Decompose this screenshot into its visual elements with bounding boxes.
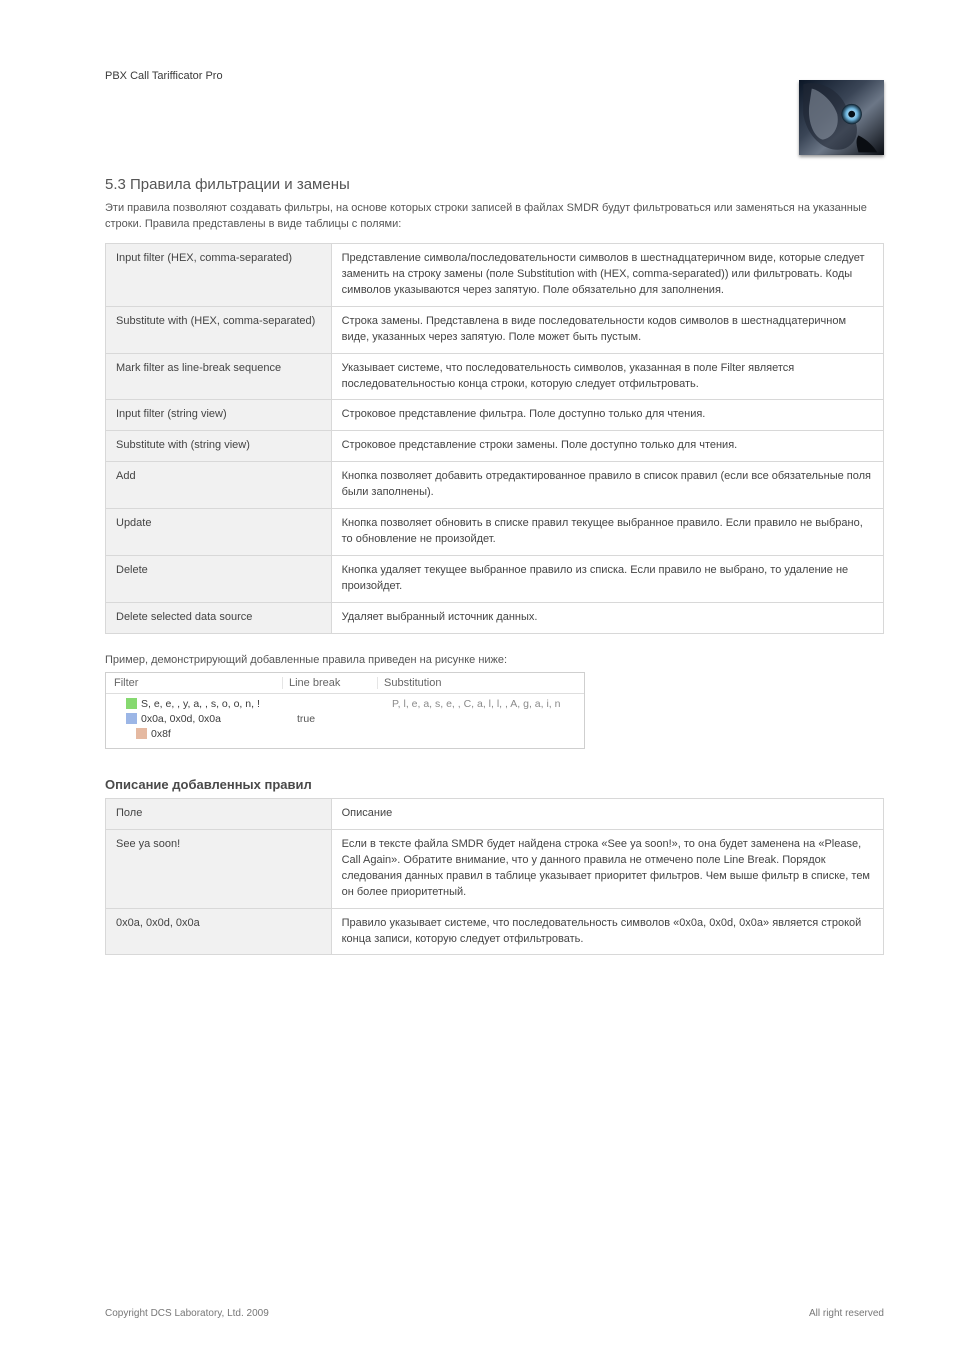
- example-linebreak-text: true: [291, 713, 386, 725]
- section-title-5-3: 5.3 Правила фильтрации и замены: [105, 176, 884, 193]
- header-subtitle: PBX Call Tarifficator Pro: [105, 70, 223, 82]
- footer-right: All right reserved: [809, 1308, 884, 1319]
- color-swatch-icon: [126, 698, 137, 709]
- example-substitution-text: P, l, e, a, s, e, , C, a, l, l, , A, g, …: [386, 698, 578, 710]
- table-row: Substitute with (HEX, comma-separated)Ст…: [106, 306, 884, 353]
- wolf-logo: [799, 80, 884, 155]
- field-name-cell: Input filter (string view): [106, 400, 332, 431]
- table-row: Mark filter as line-break sequenceУказыв…: [106, 353, 884, 400]
- field-desc-cell: Указывает системе, что последовательност…: [331, 353, 883, 400]
- rules-fields-table: Input filter (HEX, comma-separated)Предс…: [105, 243, 884, 634]
- field-desc-cell: Удаляет выбранный источник данных.: [331, 602, 883, 633]
- example-filter-text: 0x8f: [151, 728, 301, 740]
- table-row: Input filter (string view)Строковое пред…: [106, 400, 884, 431]
- field-desc-cell: Кнопка удаляет текущее выбранное правило…: [331, 556, 883, 603]
- rule-name-cell: See ya soon!: [106, 829, 332, 908]
- page-header: PBX Call Tarifficator Pro: [105, 40, 884, 160]
- rule-desc-cell: Если в тексте файла SMDR будет найдена с…: [331, 829, 883, 908]
- field-desc-cell: Строковое представление фильтра. Поле до…: [331, 400, 883, 431]
- color-swatch-icon: [126, 713, 137, 724]
- field-name-cell: Delete selected data source: [106, 602, 332, 633]
- field-desc-cell: Строка замены. Представлена в виде после…: [331, 306, 883, 353]
- example-filter-text: S, e, e, , y, a, , s, o, o, n, !: [141, 698, 291, 710]
- example-col-linebreak: Line break: [282, 677, 377, 689]
- rules-desc-col-desc: Описание: [331, 798, 883, 829]
- table-row: Substitute with (string view)Строковое п…: [106, 431, 884, 462]
- list-item: S, e, e, , y, a, , s, o, o, n, ! P, l, e,…: [112, 697, 578, 711]
- list-item: 0x8f: [112, 727, 578, 741]
- example-col-filter: Filter: [112, 677, 282, 689]
- example-lead: Пример, демонстрирующий добавленные прав…: [105, 654, 884, 666]
- field-name-cell: Substitute with (HEX, comma-separated): [106, 306, 332, 353]
- table-row: AddКнопка позволяет добавить отредактиро…: [106, 462, 884, 509]
- color-swatch-icon: [136, 728, 147, 739]
- example-col-substitution: Substitution: [377, 677, 578, 689]
- example-filter-text: 0x0a, 0x0d, 0x0a: [141, 713, 291, 725]
- section-5-3-intro: Эти правила позволяют создавать фильтры,…: [105, 201, 884, 233]
- table-row: DeleteКнопка удаляет текущее выбранное п…: [106, 556, 884, 603]
- field-desc-cell: Строковое представление строки замены. П…: [331, 431, 883, 462]
- field-name-cell: Add: [106, 462, 332, 509]
- field-desc-cell: Кнопка позволяет добавить отредактирован…: [331, 462, 883, 509]
- field-name-cell: Delete: [106, 556, 332, 603]
- field-desc-cell: Кнопка позволяет обновить в списке прави…: [331, 509, 883, 556]
- list-item: 0x0a, 0x0d, 0x0atrue: [112, 712, 578, 726]
- table-row: UpdateКнопка позволяет обновить в списке…: [106, 509, 884, 556]
- field-name-cell: Update: [106, 509, 332, 556]
- rules-desc-table: Поле Описание See ya soon!Если в тексте …: [105, 798, 884, 956]
- field-name-cell: Input filter (HEX, comma-separated): [106, 243, 332, 306]
- footer-left: Copyright DCS Laboratory, Ltd. 2009: [105, 1308, 269, 1319]
- rules-example-screenshot: Filter Line break Substitution S, e, e, …: [105, 672, 585, 749]
- table-row: Delete selected data sourceУдаляет выбра…: [106, 602, 884, 633]
- field-desc-cell: Представление символа/последовательности…: [331, 243, 883, 306]
- rule-name-cell: 0x0a, 0x0d, 0x0a: [106, 908, 332, 955]
- table-row: See ya soon!Если в тексте файла SMDR буд…: [106, 829, 884, 908]
- table-row: Input filter (HEX, comma-separated)Предс…: [106, 243, 884, 306]
- rule-desc-cell: Правило указывает системе, что последова…: [331, 908, 883, 955]
- page-footer: Copyright DCS Laboratory, Ltd. 2009 All …: [105, 1308, 884, 1319]
- field-name-cell: Substitute with (string view): [106, 431, 332, 462]
- section-title-rules-desc: Описание добавленных правил: [105, 777, 884, 792]
- table-row: 0x0a, 0x0d, 0x0aПравило указывает систем…: [106, 908, 884, 955]
- rules-desc-col-field: Поле: [106, 798, 332, 829]
- field-name-cell: Mark filter as line-break sequence: [106, 353, 332, 400]
